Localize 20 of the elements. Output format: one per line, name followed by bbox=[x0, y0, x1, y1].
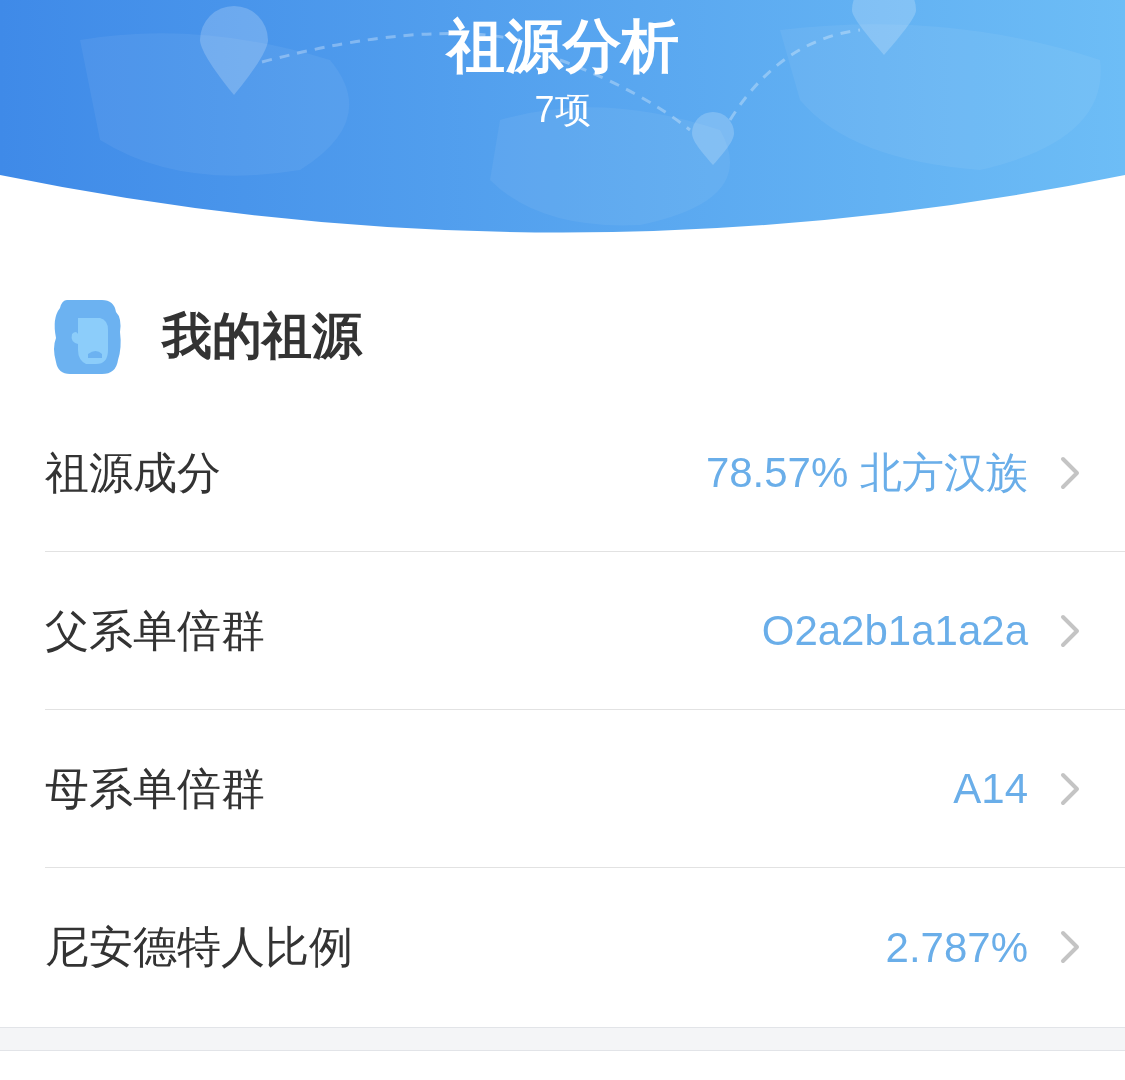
row-label: 祖源成分 bbox=[45, 446, 221, 499]
section-title: 我的祖源 bbox=[162, 307, 362, 366]
row-label: 尼安德特人比例 bbox=[45, 921, 353, 973]
list-row[interactable]: 祖源成分 78.57% 北方汉族 bbox=[45, 394, 1125, 552]
row-value: 78.57% 北方汉族 bbox=[705, 448, 1028, 498]
chevron-right-icon bbox=[1060, 613, 1080, 648]
row-value: A14 bbox=[953, 764, 1028, 814]
chevron-right-icon bbox=[1060, 455, 1080, 490]
list-row[interactable]: 父系单倍群 O2a2b1a1a2a bbox=[45, 552, 1125, 710]
list-row[interactable]: 尼安德特人比例 2.787% bbox=[45, 868, 1125, 1026]
row-label: 父系单倍群 bbox=[45, 604, 265, 657]
page-title: 祖源分析 bbox=[446, 12, 679, 80]
chevron-right-icon bbox=[1060, 930, 1080, 964]
list-row[interactable]: 母系单倍群 A14 bbox=[45, 710, 1125, 868]
row-value: O2a2b1a1a2a bbox=[761, 606, 1028, 656]
bearded-avatar-icon bbox=[52, 297, 122, 376]
row-value: 2.787% bbox=[885, 922, 1028, 973]
item-count: 7项 bbox=[534, 88, 591, 132]
row-label: 母系单倍群 bbox=[45, 762, 265, 815]
chevron-right-icon bbox=[1060, 771, 1080, 806]
